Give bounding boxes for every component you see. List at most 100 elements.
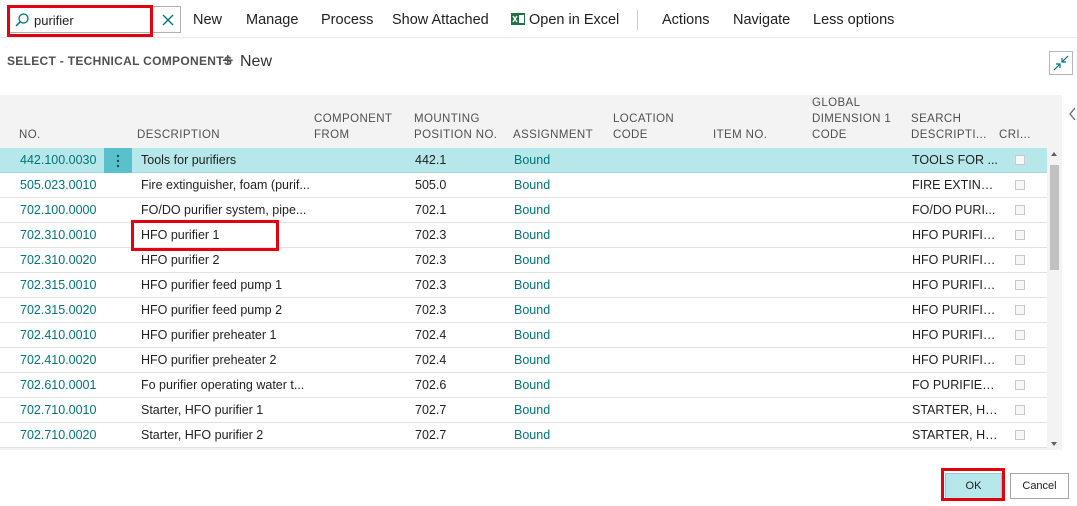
column-header-description[interactable]: DESCRIPTION	[137, 127, 220, 143]
cell-description[interactable]: Starter, HFO purifier 1	[141, 403, 311, 418]
cell-search-description[interactable]: FO PURIFIER ...	[912, 378, 1000, 393]
open-in-excel-action[interactable]: Open in Excel	[529, 11, 619, 29]
critical-checkbox[interactable]	[1015, 430, 1025, 440]
search-input[interactable]	[34, 11, 154, 29]
cell-search-description[interactable]: FO/DO PURI...	[912, 203, 1000, 218]
collapse-button[interactable]	[1049, 51, 1073, 75]
cell-search-description[interactable]: HFO PURIFIE...	[912, 328, 1000, 343]
table-row[interactable]: 702.100.0000 FO/DO purifier system, pipe.…	[0, 198, 1047, 223]
cell-search-description[interactable]: STARTER, HF...	[912, 403, 1000, 418]
cell-mounting-position[interactable]: 702.3	[415, 228, 495, 243]
cell-no-link[interactable]: 442.100.0030	[20, 153, 102, 168]
cell-description[interactable]: Fo purifier operating water t...	[141, 378, 311, 393]
cell-mounting-position[interactable]: 702.7	[415, 428, 495, 443]
column-header-mounting-position[interactable]: MOUNTING POSITION NO.	[414, 111, 497, 143]
table-row[interactable]: 702.310.0010 HFO purifier 1 702.3 Bound HFO …	[0, 223, 1047, 248]
table-row[interactable]: 702.310.0020 HFO purifier 2 702.3 Bound HFO …	[0, 248, 1047, 273]
cell-no-link[interactable]: 702.610.0001	[20, 378, 102, 393]
cell-mounting-position[interactable]: 702.6	[415, 378, 495, 393]
search-box[interactable]	[9, 6, 181, 33]
ok-button[interactable]: OK	[945, 473, 1002, 499]
column-header-critical[interactable]: CRI...	[999, 127, 1031, 143]
cell-assignment[interactable]: Bound	[514, 178, 594, 193]
column-header-search-description[interactable]: SEARCH DESCRIPTI...	[911, 111, 987, 143]
column-header-component-from[interactable]: COMPONENT FROM	[314, 111, 392, 143]
table-row[interactable]: 702.410.0020 HFO purifier preheater 2 702.…	[0, 348, 1047, 373]
manage-menu[interactable]: Manage	[246, 11, 298, 29]
cell-assignment[interactable]: Bound	[514, 353, 594, 368]
cell-mounting-position[interactable]: 702.1	[415, 203, 495, 218]
cell-description[interactable]: FO/DO purifier system, pipe...	[141, 203, 311, 218]
critical-checkbox[interactable]	[1015, 305, 1025, 315]
critical-checkbox[interactable]	[1015, 380, 1025, 390]
cell-description[interactable]: HFO purifier feed pump 1	[141, 278, 311, 293]
less-options-toggle[interactable]: Less options	[813, 11, 894, 29]
cell-search-description[interactable]: HFO PURIFIE...	[912, 228, 1000, 243]
cell-search-description[interactable]: STARTER, HF...	[912, 428, 1000, 443]
plus-icon[interactable]: +	[222, 50, 234, 72]
new-record-button[interactable]: New	[240, 53, 272, 71]
cell-assignment[interactable]: Bound	[514, 428, 594, 443]
cell-assignment[interactable]: Bound	[514, 153, 594, 168]
cell-search-description[interactable]: TOOLS FOR ...	[912, 153, 1000, 168]
scroll-up-icon[interactable]	[1050, 151, 1058, 157]
cell-no-link[interactable]: 702.710.0020	[20, 428, 102, 443]
process-menu[interactable]: Process	[321, 11, 373, 29]
cell-mounting-position[interactable]: 702.7	[415, 403, 495, 418]
cell-mounting-position[interactable]: 702.4	[415, 353, 495, 368]
cell-no-link[interactable]: 702.710.0010	[20, 403, 102, 418]
cell-assignment[interactable]: Bound	[514, 278, 594, 293]
cell-assignment[interactable]: Bound	[514, 403, 594, 418]
chevron-left-icon[interactable]	[1068, 105, 1077, 123]
column-header-global-dimension[interactable]: GLOBAL DIMENSION 1 CODE	[812, 95, 891, 143]
critical-checkbox[interactable]	[1015, 405, 1025, 415]
cell-search-description[interactable]: FIRE EXTING...	[912, 178, 1000, 193]
cell-assignment[interactable]: Bound	[514, 228, 594, 243]
cell-search-description[interactable]: HFO PURIFIE...	[912, 253, 1000, 268]
table-row[interactable]: 442.100.0030 Tools for purifiers 442.1 Boun…	[0, 148, 1047, 173]
cell-no-link[interactable]: 505.023.0010	[20, 178, 102, 193]
cell-mounting-position[interactable]: 702.4	[415, 328, 495, 343]
column-header-item-no[interactable]: ITEM NO.	[713, 127, 767, 143]
table-row[interactable]: 702.315.0010 HFO purifier feed pump 1 702.…	[0, 273, 1047, 298]
table-row[interactable]: 702.710.0010 Starter, HFO purifier 1 702.7…	[0, 398, 1047, 423]
cell-no-link[interactable]: 702.310.0020	[20, 253, 102, 268]
cell-mounting-position[interactable]: 702.3	[415, 303, 495, 318]
column-header-assignment[interactable]: ASSIGNMENT	[513, 127, 593, 143]
show-attached-action[interactable]: Show Attached	[392, 11, 489, 29]
critical-checkbox[interactable]	[1015, 330, 1025, 340]
critical-checkbox[interactable]	[1015, 355, 1025, 365]
cell-assignment[interactable]: Bound	[514, 303, 594, 318]
cell-description[interactable]: HFO purifier preheater 2	[141, 353, 311, 368]
critical-checkbox[interactable]	[1015, 280, 1025, 290]
clear-search-icon[interactable]	[159, 11, 177, 29]
cell-assignment[interactable]: Bound	[514, 328, 594, 343]
critical-checkbox[interactable]	[1015, 180, 1025, 190]
critical-checkbox[interactable]	[1015, 155, 1025, 165]
actions-menu[interactable]: Actions	[662, 11, 710, 29]
table-row[interactable]: 505.023.0010 Fire extinguisher, foam (pur…	[0, 173, 1047, 198]
critical-checkbox[interactable]	[1015, 205, 1025, 215]
critical-checkbox[interactable]	[1015, 230, 1025, 240]
cell-description[interactable]: HFO purifier 2	[141, 253, 311, 268]
cell-description[interactable]: Tools for purifiers	[141, 153, 311, 168]
cell-description[interactable]: Starter, HFO purifier 2	[141, 428, 311, 443]
cell-mounting-position[interactable]: 702.3	[415, 253, 495, 268]
cell-no-link[interactable]: 702.410.0020	[20, 353, 102, 368]
navigate-menu[interactable]: Navigate	[733, 11, 790, 29]
cancel-button[interactable]: Cancel	[1010, 473, 1069, 499]
cell-assignment[interactable]: Bound	[514, 203, 594, 218]
cell-description[interactable]: HFO purifier preheater 1	[141, 328, 311, 343]
cell-no-link[interactable]: 702.410.0010	[20, 328, 102, 343]
cell-description[interactable]: HFO purifier 1	[141, 228, 311, 243]
cell-mounting-position[interactable]: 442.1	[415, 153, 495, 168]
column-header-location-code[interactable]: LOCATION CODE	[613, 111, 674, 143]
table-row[interactable]: 702.315.0020 HFO purifier feed pump 2 702.…	[0, 298, 1047, 323]
table-row[interactable]: 702.710.0020 Starter, HFO purifier 2 702.7…	[0, 423, 1047, 448]
cell-assignment[interactable]: Bound	[514, 253, 594, 268]
table-row[interactable]: 702.610.0001 Fo purifier operating water …	[0, 373, 1047, 398]
cell-search-description[interactable]: HFO PURIFIE...	[912, 353, 1000, 368]
cell-description[interactable]: HFO purifier feed pump 2	[141, 303, 311, 318]
cell-search-description[interactable]: HFO PURIFIE...	[912, 278, 1000, 293]
cell-assignment[interactable]: Bound	[514, 378, 594, 393]
